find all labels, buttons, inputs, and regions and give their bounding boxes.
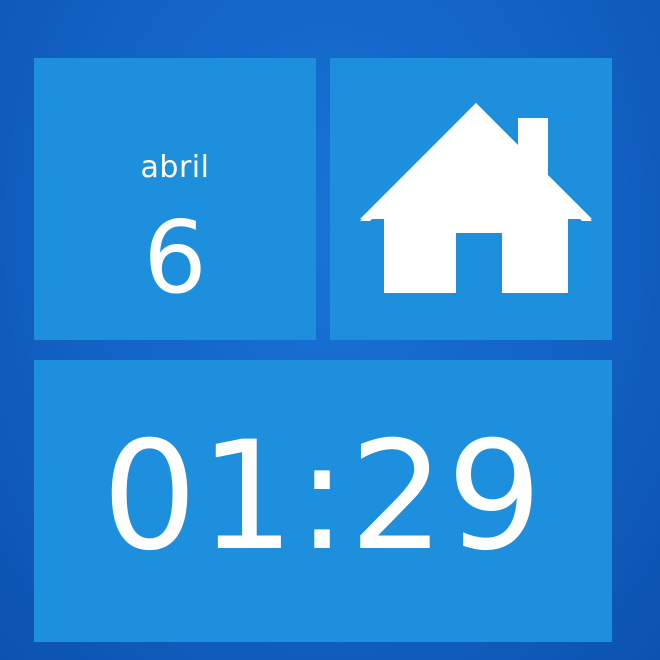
clock-tile[interactable]: 01:29 [34,360,612,642]
home-tile[interactable] [330,58,612,340]
home-icon [360,103,592,293]
month-label: abril [140,150,210,185]
date-tile[interactable]: abril 6 [34,58,316,340]
day-number: 6 [143,199,207,316]
clock-time: 01:29 [101,410,545,584]
